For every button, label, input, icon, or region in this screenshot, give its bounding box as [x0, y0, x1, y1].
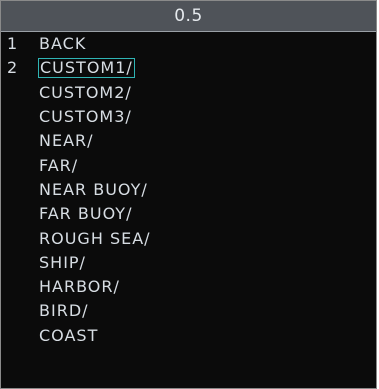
menu-panel: 0.5 1 BACK 2 CUSTOM1/ CUSTOM2/ CUSTOM3/ … [0, 0, 377, 389]
menu-item-custom3[interactable]: CUSTOM3/ [1, 105, 376, 129]
menu-item-number: 2 [7, 58, 19, 78]
menu-header: 0.5 [1, 1, 376, 32]
menu-item-label: SHIP/ [39, 252, 86, 272]
menu-item-label: BIRD/ [39, 301, 89, 321]
menu-item-near-buoy[interactable]: NEAR BUOY/ [1, 178, 376, 202]
menu-item-far-buoy[interactable]: FAR BUOY/ [1, 202, 376, 226]
menu-item-custom1[interactable]: 2 CUSTOM1/ [1, 56, 376, 80]
menu-item-label: CUSTOM2/ [39, 82, 132, 102]
menu-item-bird[interactable]: BIRD/ [1, 299, 376, 323]
menu-item-label: CUSTOM1/ [38, 58, 135, 79]
menu-item-label: NEAR/ [39, 131, 94, 151]
menu-item-rough-sea[interactable]: ROUGH SEA/ [1, 226, 376, 250]
menu-title: 0.5 [174, 6, 203, 26]
menu-item-label: ROUGH SEA/ [39, 228, 151, 248]
menu-item-ship[interactable]: SHIP/ [1, 251, 376, 275]
menu-item-number: 1 [7, 34, 19, 54]
menu-list: 1 BACK 2 CUSTOM1/ CUSTOM2/ CUSTOM3/ NEAR… [1, 32, 376, 348]
menu-item-harbor[interactable]: HARBOR/ [1, 275, 376, 299]
menu-item-label: BACK [39, 34, 87, 54]
menu-item-back[interactable]: 1 BACK [1, 32, 376, 56]
menu-item-label: FAR/ [39, 155, 79, 175]
menu-item-label: HARBOR/ [39, 277, 120, 297]
menu-item-custom2[interactable]: CUSTOM2/ [1, 81, 376, 105]
menu-item-label: FAR BUOY/ [39, 204, 133, 224]
menu-item-far[interactable]: FAR/ [1, 153, 376, 177]
menu-item-coast[interactable]: COAST [1, 324, 376, 348]
menu-item-label: NEAR BUOY/ [39, 179, 148, 199]
menu-item-label: CUSTOM3/ [39, 107, 132, 127]
menu-item-label: COAST [39, 325, 99, 345]
menu-item-near[interactable]: NEAR/ [1, 129, 376, 153]
